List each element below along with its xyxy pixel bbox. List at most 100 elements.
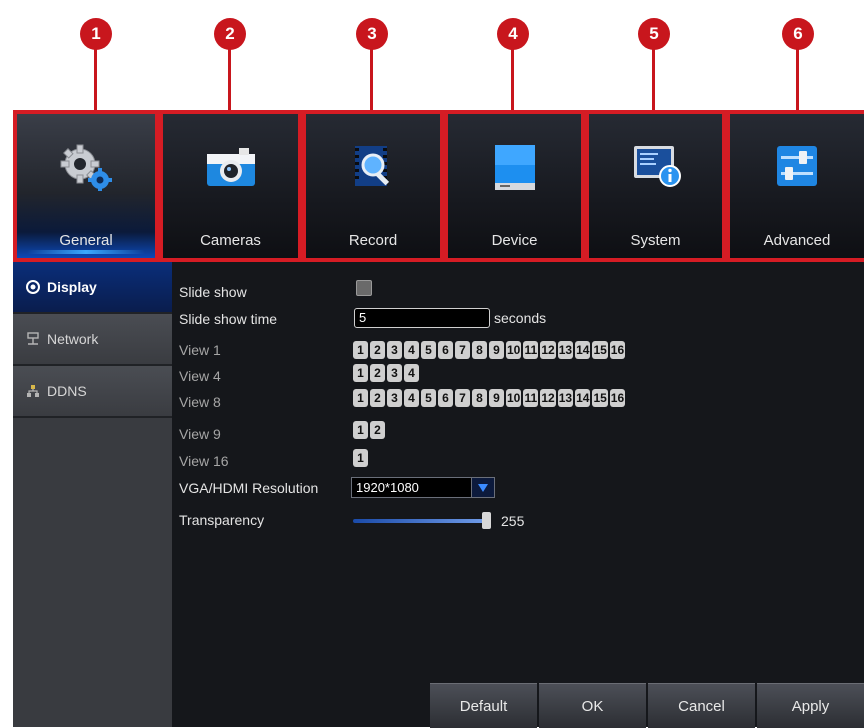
channel-button[interactable]: 15 (592, 389, 608, 407)
view4-label: View 4 (179, 368, 221, 384)
sidebar-item-label: DDNS (47, 383, 87, 399)
callout-5-line (652, 48, 655, 112)
gears-icon (60, 144, 112, 191)
transparency-value: 255 (501, 513, 525, 529)
tab-label: System (630, 232, 681, 249)
channel-button[interactable]: 6 (438, 389, 453, 407)
channel-button[interactable]: 1 (353, 389, 368, 407)
view16-channel-buttons: 1 (353, 449, 368, 467)
callout-1-line (94, 48, 97, 112)
tab-label: General (59, 232, 113, 249)
view9-channel-buttons: 12 (353, 421, 385, 439)
view1-channel-buttons: 1 2 3 4 5 6 7 8 9 10 11 12 13 14 15 16 (353, 341, 626, 359)
channel-button[interactable]: 14 (575, 389, 591, 407)
tab-device[interactable]: Device (444, 110, 585, 262)
transparency-slider-handle[interactable] (482, 512, 491, 529)
channel-button[interactable]: 11 (523, 389, 539, 407)
resolution-select[interactable]: 1920*1080 (351, 477, 495, 498)
callout-4: 4 (497, 18, 529, 50)
channel-button[interactable]: 10 (506, 341, 522, 359)
channel-button[interactable]: 5 (421, 341, 436, 359)
channel-button[interactable]: 9 (489, 341, 504, 359)
action-buttons: Default OK Cancel Apply (430, 683, 864, 728)
tab-system[interactable]: System (585, 110, 726, 262)
sliders-icon (777, 146, 817, 186)
seconds-unit-label: seconds (494, 310, 547, 326)
callout-6: 6 (782, 18, 814, 50)
hard-drive-icon (494, 145, 535, 190)
tab-label: Cameras (200, 232, 261, 249)
channel-button[interactable]: 8 (472, 389, 487, 407)
main-tab-bar: General Cameras Record Device System Adv… (13, 110, 864, 262)
default-button[interactable]: Default (430, 683, 537, 728)
display-settings-panel: Slide show Slide show time 5 seconds Vie… (172, 262, 864, 728)
view8-label: View 8 (179, 394, 221, 410)
sidebar-item-display[interactable]: Display (13, 262, 172, 314)
sidebar-item-label: Network (47, 331, 99, 347)
resolution-label: VGA/HDMI Resolution (179, 480, 319, 496)
camera-icon (206, 148, 255, 186)
channel-button[interactable]: 9 (489, 389, 504, 407)
channel-button[interactable]: 13 (557, 389, 574, 407)
channel-button[interactable]: 4 (404, 364, 419, 382)
channel-button[interactable]: 1 (353, 421, 368, 439)
channel-button[interactable]: 16 (609, 389, 626, 407)
callout-4-line (511, 48, 514, 112)
callout-2-line (228, 48, 231, 112)
channel-button[interactable]: 10 (506, 389, 522, 407)
channel-button[interactable]: 7 (455, 389, 470, 407)
callout-3: 3 (356, 18, 388, 50)
channel-button[interactable]: 2 (370, 341, 385, 359)
callout-5: 5 (638, 18, 670, 50)
channel-button[interactable]: 3 (387, 364, 402, 382)
channel-button[interactable]: 1 (353, 449, 368, 467)
channel-button[interactable]: 5 (421, 389, 436, 407)
tab-record[interactable]: Record (302, 110, 444, 262)
tab-label: Record (348, 232, 398, 249)
record-search-icon (355, 146, 390, 186)
channel-button[interactable]: 4 (404, 341, 419, 359)
sidebar-item-network[interactable]: Network (13, 314, 172, 366)
channel-button[interactable]: 1 (353, 341, 368, 359)
channel-button[interactable]: 11 (523, 341, 539, 359)
view8-channel-buttons: 1 2 3 4 5 6 7 8 9 10 11 12 13 14 15 16 (353, 389, 626, 407)
channel-button[interactable]: 14 (575, 341, 591, 359)
tab-general[interactable]: General (13, 110, 159, 262)
tab-advanced[interactable]: Advanced (726, 110, 864, 262)
channel-button[interactable]: 6 (438, 341, 453, 359)
sidebar-item-ddns[interactable]: DDNS (13, 366, 172, 418)
view16-label: View 16 (179, 453, 229, 469)
callout-1: 1 (80, 18, 112, 50)
channel-button[interactable]: 3 (387, 389, 402, 407)
channel-button[interactable]: 8 (472, 341, 487, 359)
dropdown-arrow-icon[interactable] (471, 478, 494, 497)
callout-2: 2 (214, 18, 246, 50)
channel-button[interactable]: 7 (455, 341, 470, 359)
ddns-icon (25, 383, 41, 399)
view9-label: View 9 (179, 426, 221, 442)
tab-cameras[interactable]: Cameras (159, 110, 302, 262)
channel-button[interactable]: 16 (609, 341, 626, 359)
callout-3-line (370, 48, 373, 112)
apply-button[interactable]: Apply (757, 683, 864, 728)
channel-button[interactable]: 12 (540, 341, 556, 359)
slide-show-time-label: Slide show time (179, 311, 278, 327)
callout-6-line (796, 48, 799, 112)
transparency-slider-track[interactable] (353, 519, 485, 523)
view1-label: View 1 (179, 342, 221, 358)
channel-button[interactable]: 2 (370, 389, 385, 407)
channel-button[interactable]: 4 (404, 389, 419, 407)
channel-button[interactable]: 15 (592, 341, 608, 359)
slide-show-time-input[interactable]: 5 (354, 308, 490, 328)
channel-button[interactable]: 12 (540, 389, 556, 407)
channel-button[interactable]: 2 (370, 364, 385, 382)
channel-button[interactable]: 3 (387, 341, 402, 359)
slide-show-checkbox[interactable] (356, 280, 372, 296)
channel-button[interactable]: 1 (353, 364, 368, 382)
cancel-button[interactable]: Cancel (648, 683, 755, 728)
system-info-icon (633, 146, 681, 187)
channel-button[interactable]: 13 (557, 341, 574, 359)
channel-button[interactable]: 2 (370, 421, 385, 439)
active-tab-glow (27, 250, 145, 254)
ok-button[interactable]: OK (539, 683, 646, 728)
